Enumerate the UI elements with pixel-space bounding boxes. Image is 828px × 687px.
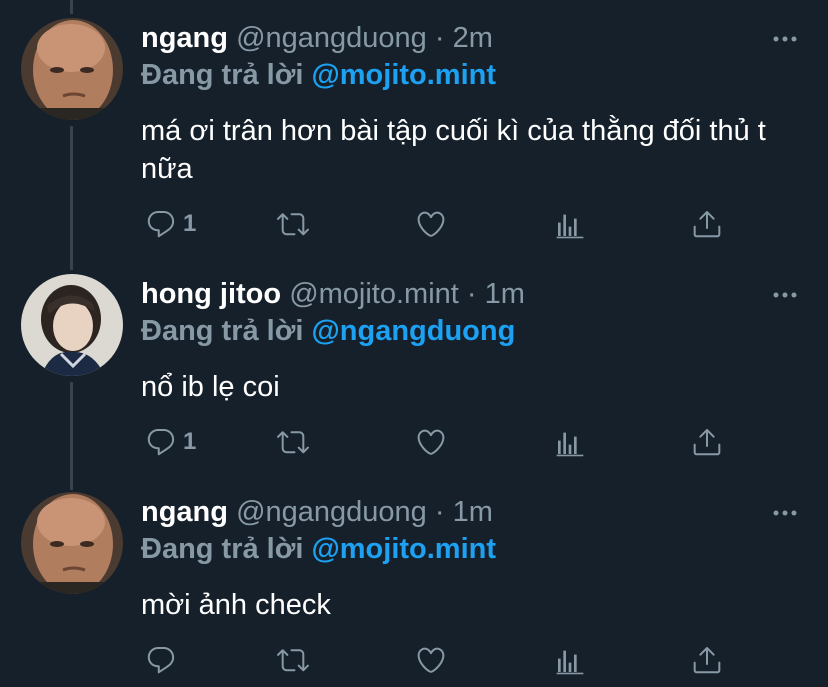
share-icon	[693, 647, 721, 674]
handle[interactable]: @ngangduong	[236, 496, 427, 528]
tweet-header: ngang @ngangduong · 1m	[141, 494, 768, 530]
analytics-icon	[556, 650, 584, 675]
avatar[interactable]	[21, 492, 123, 594]
reply-icon	[147, 646, 175, 674]
thread-line	[70, 0, 73, 14]
analytics-icon	[556, 214, 584, 239]
share-button[interactable]	[691, 204, 723, 244]
replying-label: Đang trả lời	[141, 315, 304, 347]
retweet-icon	[277, 649, 309, 672]
tweet-header: ngang @ngangduong · 2m	[141, 20, 768, 56]
analytics-button[interactable]	[554, 204, 586, 244]
tweet[interactable]: ngang @ngangduong · 2m Đang trả lời @moj…	[0, 18, 828, 248]
analytics-button[interactable]	[554, 422, 586, 462]
avatar[interactable]	[21, 274, 123, 376]
analytics-icon	[556, 432, 584, 457]
like-button[interactable]	[415, 422, 447, 462]
retweet-button[interactable]	[277, 640, 309, 680]
reply-icon	[147, 428, 175, 456]
reply-button[interactable]: 1	[145, 422, 196, 462]
avatar[interactable]	[21, 18, 123, 120]
handle[interactable]: @mojito.mint	[289, 278, 459, 310]
share-button[interactable]	[691, 640, 723, 680]
action-bar	[141, 640, 741, 680]
mention-link[interactable]: @ngangduong	[311, 315, 515, 347]
retweet-icon	[277, 213, 309, 236]
reply-button[interactable]	[145, 640, 183, 680]
share-button[interactable]	[691, 422, 723, 462]
mention-link[interactable]: @mojito.mint	[311, 59, 496, 91]
reply-icon	[147, 210, 175, 238]
display-name[interactable]: hong jitoo	[141, 278, 281, 310]
like-button[interactable]	[415, 204, 447, 244]
share-icon	[693, 429, 721, 456]
separator: ·	[434, 22, 445, 54]
tweet-text: mời ảnh check	[141, 589, 331, 621]
tweet-text: nổ ib lẹ coi	[141, 371, 280, 403]
display-name[interactable]: ngang	[141, 496, 228, 528]
retweet-icon	[277, 431, 309, 454]
replying-to: Đang trả lời @ngangduong	[141, 313, 515, 349]
reply-button[interactable]: 1	[145, 204, 196, 244]
separator: ·	[434, 496, 445, 528]
like-button[interactable]	[415, 640, 447, 680]
separator: ·	[466, 278, 477, 310]
heart-icon	[417, 647, 445, 673]
tweet[interactable]: ngang @ngangduong · 1m Đang trả lời @moj…	[0, 492, 828, 687]
share-icon	[693, 211, 721, 238]
reply-count: 1	[183, 210, 197, 237]
replying-to: Đang trả lời @mojito.mint	[141, 57, 496, 93]
replying-to: Đang trả lời @mojito.mint	[141, 531, 496, 567]
replying-label: Đang trả lời	[141, 533, 304, 565]
tweet[interactable]: hong jitoo @mojito.mint · 1m Đang trả lờ…	[0, 274, 828, 474]
reply-count: 1	[183, 428, 197, 455]
analytics-button[interactable]	[554, 640, 586, 680]
tweet-text: má ơi trân hơn bài tập cuối kì của thằng…	[141, 115, 766, 185]
retweet-button[interactable]	[277, 204, 309, 244]
timestamp[interactable]: 1m	[485, 278, 525, 310]
timestamp[interactable]: 1m	[453, 496, 493, 528]
action-bar: 1	[141, 204, 741, 244]
heart-icon	[417, 429, 445, 455]
retweet-button[interactable]	[277, 422, 309, 462]
action-bar: 1	[141, 422, 741, 462]
more-icon[interactable]	[770, 280, 800, 310]
more-icon[interactable]	[770, 498, 800, 528]
handle[interactable]: @ngangduong	[236, 22, 427, 54]
more-icon[interactable]	[770, 24, 800, 54]
timestamp[interactable]: 2m	[453, 22, 493, 54]
mention-link[interactable]: @mojito.mint	[311, 533, 496, 565]
display-name[interactable]: ngang	[141, 22, 228, 54]
tweet-header: hong jitoo @mojito.mint · 1m	[141, 276, 768, 312]
replying-label: Đang trả lời	[141, 59, 304, 91]
heart-icon	[417, 211, 445, 237]
